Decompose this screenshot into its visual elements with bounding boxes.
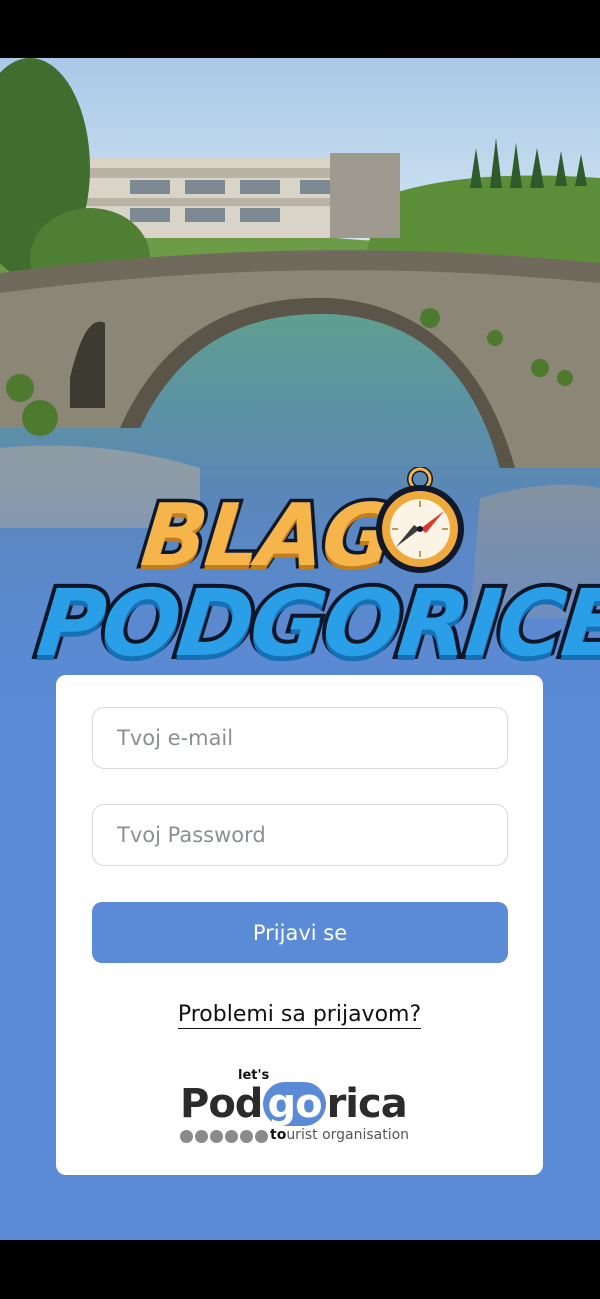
- login-help-row: Problemi sa prijavom?: [56, 1002, 543, 1029]
- brand-tagline: tourist organisation: [270, 1127, 409, 1143]
- brand-tag-to: to: [270, 1127, 287, 1143]
- brand-word-pod: Pod: [180, 1081, 263, 1127]
- password-input[interactable]: [92, 804, 508, 866]
- brand-word-rica: rica: [326, 1081, 408, 1127]
- brand-dots: [180, 1130, 268, 1143]
- logo-word-podgorice: PODGORICE: [28, 566, 600, 681]
- logo-word-blag: BLAG: [133, 483, 400, 590]
- brand-word-go: go: [263, 1082, 326, 1126]
- login-card: Prijavi se Problemi sa prijavom? let's P…: [56, 675, 543, 1175]
- login-screen: BLAG PODGORICE Prijavi se Pr: [0, 58, 600, 1240]
- compass-icon: [372, 466, 468, 575]
- email-input[interactable]: [92, 707, 508, 769]
- status-bar: [0, 0, 600, 58]
- login-help-link[interactable]: Problemi sa prijavom?: [177, 1002, 422, 1029]
- login-button[interactable]: Prijavi se: [92, 902, 508, 963]
- system-navigation-bar: [0, 1240, 600, 1299]
- brand-wordmark: Pod go rica: [180, 1081, 408, 1127]
- tourist-organisation-logo: let's Pod go rica tourist organisation: [180, 1068, 420, 1148]
- brand-tag-rest: urist organisation: [286, 1127, 410, 1143]
